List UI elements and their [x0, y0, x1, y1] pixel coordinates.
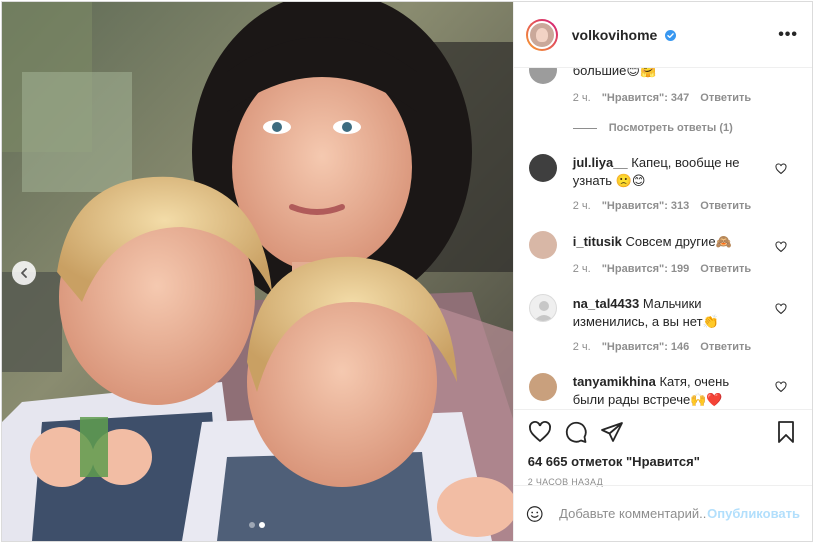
view-replies-button[interactable]: Посмотреть ответы (1)	[572, 122, 733, 134]
comment-body: tanyamikhina Катя, очень были рады встре…	[573, 373, 753, 409]
comment-reply-button[interactable]: Ответить	[700, 92, 751, 104]
heart-icon[interactable]	[775, 381, 787, 393]
likes-count[interactable]: 64 665 отметок "Нравится"	[514, 453, 812, 471]
verified-icon	[665, 29, 677, 41]
add-comment-bar: Опубликовать	[513, 485, 812, 541]
emoji-icon[interactable]	[526, 503, 543, 525]
default-avatar-icon	[533, 301, 554, 321]
heart-icon[interactable]	[528, 420, 552, 444]
comment-time[interactable]: 2 ч.	[573, 263, 591, 275]
view-replies-label: Посмотреть ответы (1)	[608, 122, 733, 134]
comment-body: jul.liya__ Капец, вообще не узнать 🙁😊	[573, 154, 753, 190]
avatar[interactable]	[525, 18, 558, 51]
comment-time[interactable]: 2 ч.	[573, 341, 591, 353]
comment-likes[interactable]: "Нравится": 146	[602, 341, 690, 353]
comment-meta: 2 ч. "Нравится": 199 Ответить	[573, 263, 751, 275]
comment-username[interactable]: jul.liya__	[573, 155, 628, 170]
heart-icon[interactable]	[775, 163, 787, 175]
comment-avatar[interactable]	[528, 294, 557, 322]
comment-text: Совсем другие🙈	[625, 234, 732, 249]
post-photo	[2, 2, 513, 541]
post-header: volkovihome •••	[513, 2, 812, 68]
post-side-panel: volkovihome ••• большие😊🤗 2 ч. "Нравится…	[512, 2, 812, 541]
chevron-left-icon	[21, 268, 27, 278]
comment-body: na_tal4433 Мальчики изменились, а вы нет…	[573, 295, 753, 331]
comment-username[interactable]: i_titusik	[573, 234, 622, 249]
carousel-indicator	[2, 522, 513, 528]
carousel-prev-button[interactable]	[12, 261, 36, 285]
post-media[interactable]	[2, 2, 513, 541]
comment-body: i_titusik Совсем другие🙈	[573, 233, 763, 251]
carousel-dot-active	[259, 522, 266, 528]
comment-reply-button[interactable]: Ответить	[700, 263, 751, 275]
comment-reply-button[interactable]: Ответить	[700, 200, 751, 212]
publish-button[interactable]: Опубликовать	[707, 506, 800, 521]
comment-username[interactable]: na_tal4433	[573, 296, 640, 311]
username-text: volkovihome	[571, 26, 658, 43]
heart-icon[interactable]	[775, 241, 787, 253]
comment-likes[interactable]: "Нравится": 347	[602, 92, 690, 104]
comment-username[interactable]: tanyamikhina	[573, 374, 656, 389]
comments-list[interactable]: большие😊🤗 2 ч. "Нравится": 347 Ответить …	[514, 68, 812, 409]
comment-meta: 2 ч. "Нравится": 313 Ответить	[573, 200, 751, 212]
comment-avatar[interactable]	[528, 231, 557, 259]
comment-time[interactable]: 2 ч.	[573, 92, 591, 104]
comment-reply-button[interactable]: Ответить	[700, 341, 751, 353]
comment-avatar[interactable]	[528, 373, 557, 401]
comment-icon[interactable]	[564, 420, 588, 444]
comment-avatar[interactable]	[528, 154, 557, 182]
comment-input[interactable]	[559, 506, 708, 521]
share-icon[interactable]	[600, 420, 624, 444]
post-actions	[513, 409, 812, 453]
more-icon[interactable]: •••	[778, 26, 798, 44]
comment-time[interactable]: 2 ч.	[573, 200, 591, 212]
comment-meta: 2 ч. "Нравится": 347 Ответить	[573, 92, 751, 104]
comment-meta: 2 ч. "Нравится": 146 Ответить	[573, 341, 751, 353]
comment-text: большие😊🤗	[572, 68, 657, 78]
comment-likes[interactable]: "Нравится": 313	[602, 200, 690, 212]
bookmark-icon[interactable]	[774, 420, 798, 444]
comment-avatar[interactable]	[528, 68, 557, 84]
heart-icon[interactable]	[775, 303, 787, 315]
carousel-dot	[249, 522, 256, 528]
comment-likes[interactable]: "Нравится": 199	[602, 263, 690, 275]
username-link[interactable]: volkovihome	[571, 26, 677, 43]
post-dialog: volkovihome ••• большие😊🤗 2 ч. "Нравится…	[1, 1, 813, 542]
